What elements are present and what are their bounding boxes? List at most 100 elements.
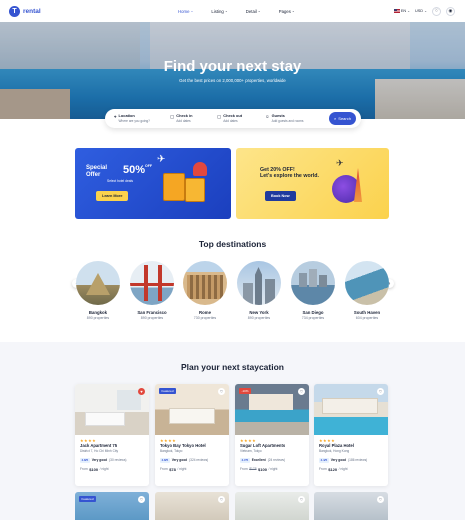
nav-item-listing[interactable]: Listing ⌄ [211,9,227,14]
destination-count: 730 properties [193,316,217,320]
field-placeholder: Add dates [176,118,191,123]
rating-score: 4.8/5 [80,457,90,463]
hotel-image: -10% ♡ [235,384,309,435]
heart-icon: ♡ [139,497,144,502]
nav-item-label: Home [178,8,190,14]
main-menu: Home ⌄ Listing ⌄ Detail ⌄ Pages ⌄ [178,0,313,22]
top-destinations-title: Top destinations [198,239,267,249]
learn-more-button[interactable]: Learn More [96,191,129,201]
favorite-button[interactable]: ♡ [138,496,145,503]
price-prefix: From [240,467,248,471]
destination-name: San Francisco [137,310,167,315]
promo-explore: Get 20% OFF! Let's explore the world. Bo… [236,148,389,219]
destination-image [345,261,389,305]
check-in-field[interactable]: ▢ Check in Add dates [170,114,217,123]
destination-item-south-haven[interactable]: South Haven 604 properties [345,261,389,320]
favorite-button[interactable]: ♡ [377,388,384,395]
hotel-card[interactable]: ♥ ★★★★ Jack Apartment 75 District 7, Ho … [75,384,149,486]
discount-badge: -10% [239,388,252,394]
pin-icon: ⌖ [114,114,117,120]
chevron-down-icon: ⌄ [291,9,295,13]
hotel-price: From $178 $100/ night [240,467,304,472]
nav-item-home[interactable]: Home ⌄ [178,9,193,14]
destination-item-bangkok[interactable]: Bangkok 890 properties [76,261,120,320]
nav-item-label: Pages [278,8,291,14]
nav-item-pages[interactable]: Pages ⌄ [279,9,295,14]
heart-icon: ♡ [299,497,304,502]
hotel-card[interactable]: -10% ♡ ★★★★ Sugar Loft Apartments Vietna… [235,384,309,486]
search-button[interactable]: ⌕ Search [329,112,356,125]
chevron-down-icon: ⌄ [224,9,228,13]
price-prefix: From [160,467,168,471]
rating-label: Excellent [251,458,266,462]
hotel-price: From $100/ night [80,467,144,472]
review-count: (186 reviews) [348,458,368,462]
promo-heading-line2: Let's explore the world. [260,173,319,179]
check-out-field[interactable]: ▢ Check out Add dates [217,114,265,123]
hotel-rating: 4.8/5 Very good (30 reviews) [80,457,144,463]
rating-label: Very good [91,458,108,462]
book-now-button[interactable]: Book Now [265,191,296,201]
favorite-button[interactable]: ♡ [218,496,225,503]
destination-item-rome[interactable]: Rome 730 properties [183,261,227,320]
heart-icon: ♡ [378,497,383,502]
hotel-location: Bangkok, Hong Kong [319,448,350,453]
destination-item-san-diego[interactable]: San Diego 734 properties [291,261,335,320]
hotel-image: Featured ♡ [155,384,229,435]
hotel-card[interactable]: ♡ ★★★★ Royal Plaza Hotel Bangkok, Hong K… [314,384,388,486]
destination-item-san-francisco[interactable]: San Francisco 890 properties [130,261,174,320]
discount-off: OFF [145,164,153,168]
destination-name: South Haven [353,310,381,315]
hotel-rating: 4.8/5 Very good (324 reviews) [160,457,224,463]
promo-discount: 50%OFF [123,164,152,176]
hero-title: Find your next stay [163,58,302,75]
destination-name: New York [249,310,269,315]
suitcase-illustration [185,178,205,202]
language-selector[interactable]: EN ⌄ [393,9,411,13]
favorite-button[interactable]: ♡ [298,388,305,395]
logo[interactable]: T rental [9,5,41,17]
price-unit: / night [177,467,187,471]
heart-icon: ♡ [299,389,304,394]
hotel-price: From $120/ night [319,467,383,472]
logo-icon: T [9,5,20,17]
price-value: $78 [169,466,176,472]
destination-count: 734 properties [301,316,325,320]
search-bar: ⌖ Location Where are you going? ▢ Check i… [105,109,361,128]
nav-item-label: Listing [211,8,224,14]
hotel-card[interactable]: ♡ [235,492,309,520]
destination-item-new-york[interactable]: New York 890 properties [237,261,281,320]
bag-illustration [193,162,207,176]
favorite-button[interactable]: ♡ [218,388,225,395]
price-prefix: From [80,467,88,471]
location-field[interactable]: ⌖ Location Where are you going? [114,114,170,123]
favorite-button[interactable]: ♡ [298,496,305,503]
hotel-card[interactable]: Featured ♡ ★★★★ Tokyo Bay Tokyo Hotel Ba… [155,384,229,486]
rating-score: 4.8/5 [160,457,170,463]
chevron-down-icon: ⌄ [190,9,194,13]
heart-icon: ♡ [219,389,224,394]
user-icon: ☺ [265,114,270,120]
destination-image [130,261,174,305]
price-value: $100 [258,466,267,472]
nav-item-detail[interactable]: Detail ⌄ [246,9,261,14]
discount-percent-sign: % [135,164,146,176]
hotel-card[interactable]: ♡ [314,492,388,520]
price-unit: / night [338,467,348,471]
language-label: EN [400,9,407,13]
wishlist-button[interactable]: ♡ [432,6,441,16]
destination-image [291,261,335,305]
destination-count: 604 properties [355,316,379,320]
nav-actions: EN ⌄ USD ⌄ ♡ ◉ [393,0,455,22]
hotel-image: ♡ [314,384,388,435]
field-placeholder: Add dates [223,118,238,123]
currency-selector[interactable]: USD ⌄ [415,9,427,13]
favorite-button[interactable]: ♡ [377,496,384,503]
hotel-card[interactable]: ♡ [155,492,229,520]
guests-field[interactable]: ☺ Guests Add guests and rooms [265,114,325,123]
account-button[interactable]: ◉ [446,6,455,16]
chevron-down-icon: ⌄ [407,9,411,13]
favorite-button[interactable]: ♥ [138,388,145,395]
hotel-card[interactable]: Featured ♡ [75,492,149,520]
field-placeholder: Add guests and rooms [271,118,304,123]
